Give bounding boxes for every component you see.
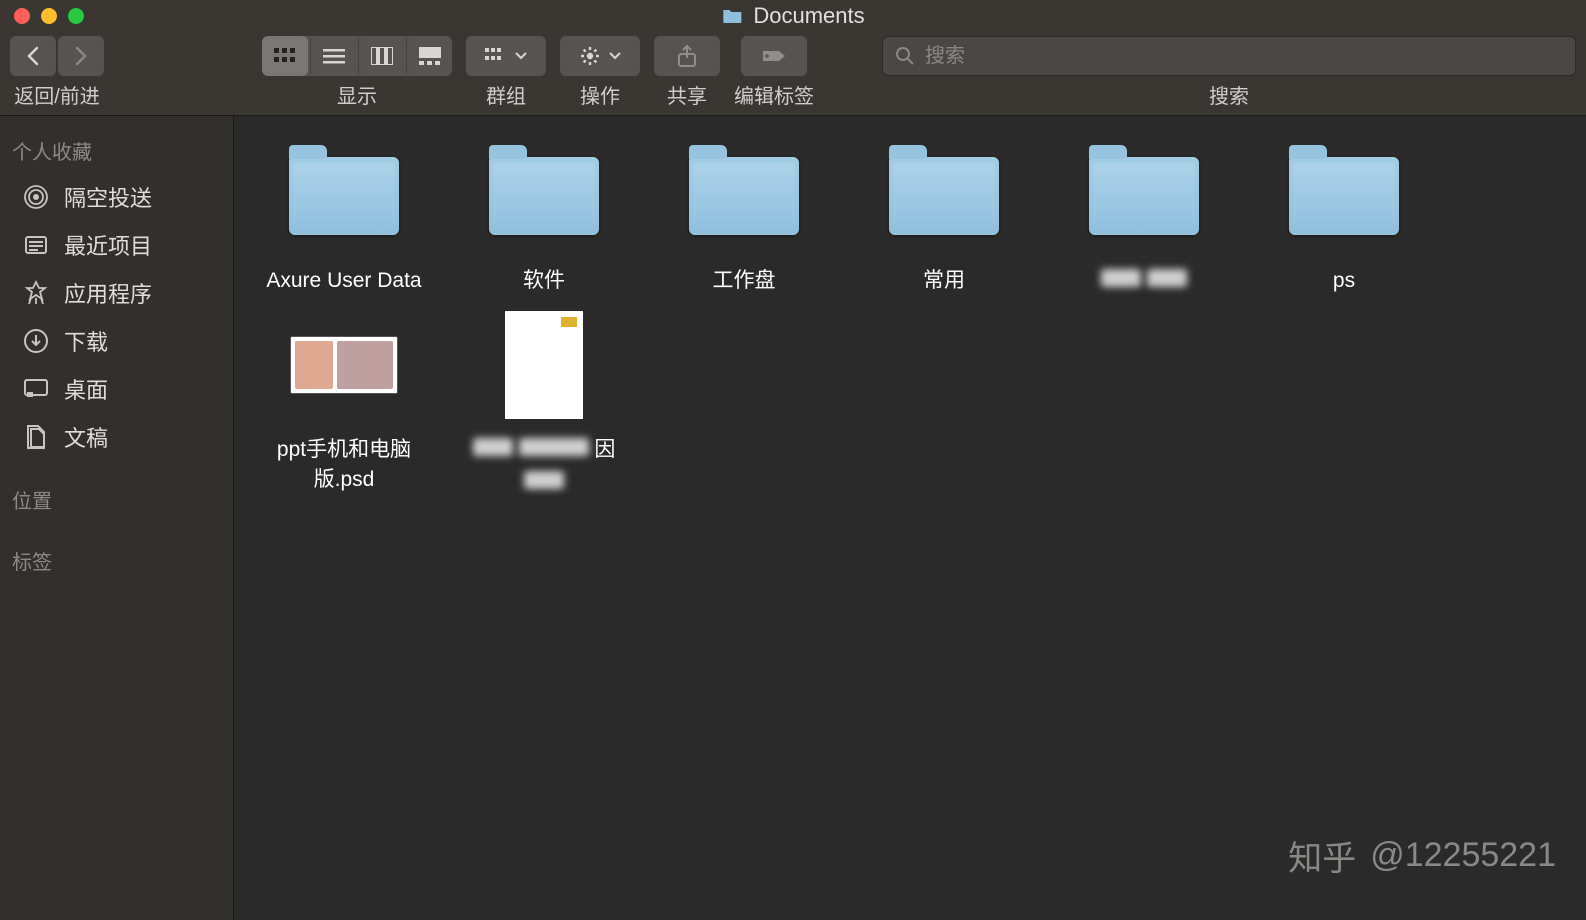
item-label: 常用	[915, 266, 973, 295]
watermark: 知乎 @12255221	[1288, 831, 1556, 880]
document-thumbnail-icon	[505, 311, 583, 419]
tags-label: 编辑标签	[734, 80, 814, 109]
items-grid: Axure User Data 软件 工作盘 常用	[244, 136, 1576, 507]
toolbar: 返回/前进 显示	[0, 32, 1586, 115]
sidebar-section-favorites: 个人收藏	[0, 130, 233, 173]
share-group: 共享	[654, 36, 720, 109]
action-label: 操作	[580, 80, 620, 109]
action-group: 操作	[560, 36, 640, 109]
tags-group: 编辑标签	[734, 36, 814, 109]
documents-icon	[22, 423, 50, 451]
folder-icon	[1289, 157, 1399, 235]
folder-item[interactable]: 软件	[444, 136, 644, 305]
sidebar-item-downloads[interactable]: 下载	[0, 317, 233, 365]
folder-item[interactable]: 工作盘	[644, 136, 844, 305]
airdrop-icon	[22, 183, 50, 211]
item-label: Axure User Data	[258, 266, 429, 295]
minimize-window-button[interactable]	[41, 8, 57, 24]
item-label	[1093, 266, 1195, 295]
folder-icon	[489, 157, 599, 235]
sidebar-item-label: 下载	[64, 325, 108, 357]
folder-icon	[1089, 157, 1199, 235]
item-label: 软件	[515, 266, 573, 295]
folder-item[interactable]: Axure User Data	[244, 136, 444, 305]
window-title: Documents	[753, 3, 864, 29]
back-button[interactable]	[10, 36, 56, 76]
share-button[interactable]	[654, 36, 720, 76]
watermark-brand: 知乎	[1288, 831, 1356, 880]
close-window-button[interactable]	[14, 8, 30, 24]
item-label: 因	[465, 435, 624, 497]
icon-view-button[interactable]	[262, 36, 308, 76]
folder-item[interactable]	[1044, 136, 1244, 305]
sidebar-item-label: 文稿	[64, 421, 108, 453]
item-label: ppt手机和电脑版.psd	[244, 435, 444, 494]
sidebar-item-documents[interactable]: 文稿	[0, 413, 233, 461]
folder-title-icon	[721, 7, 743, 25]
folder-item[interactable]: 常用	[844, 136, 1044, 305]
recents-icon	[22, 231, 50, 259]
edit-tags-button[interactable]	[741, 36, 807, 76]
maximize-window-button[interactable]	[68, 8, 84, 24]
sidebar-item-label: 应用程序	[64, 277, 152, 309]
search-group: 搜索	[882, 36, 1576, 109]
file-item[interactable]: ppt手机和电脑版.psd	[244, 305, 444, 507]
view-label: 显示	[337, 80, 377, 109]
sidebar-item-label: 隔空投送	[64, 181, 152, 213]
folder-icon	[289, 157, 399, 235]
item-label: 工作盘	[705, 266, 784, 295]
sidebar-item-applications[interactable]: 应用程序	[0, 269, 233, 317]
forward-button[interactable]	[58, 36, 104, 76]
titlebar: Documents	[0, 0, 1586, 32]
search-icon	[895, 46, 915, 66]
group-by-button[interactable]	[466, 36, 546, 76]
nav-label: 返回/前进	[14, 80, 100, 109]
sidebar-section-locations: 位置	[0, 479, 233, 522]
downloads-icon	[22, 327, 50, 355]
sidebar-item-label: 最近项目	[64, 229, 152, 261]
applications-icon	[22, 279, 50, 307]
folder-icon	[889, 157, 999, 235]
desktop-icon	[22, 375, 50, 403]
search-box[interactable]	[882, 36, 1576, 76]
content-area[interactable]: Axure User Data 软件 工作盘 常用	[234, 116, 1586, 920]
watermark-user: @12255221	[1370, 836, 1556, 875]
sidebar-item-label: 桌面	[64, 373, 108, 405]
search-label: 搜索	[1209, 80, 1249, 109]
list-view-button[interactable]	[310, 36, 356, 76]
group-by-group: 群组	[466, 36, 546, 109]
item-label: ps	[1325, 266, 1363, 295]
sidebar-item-airdrop[interactable]: 隔空投送	[0, 173, 233, 221]
group-label: 群组	[486, 80, 526, 109]
file-item[interactable]: 因	[444, 305, 644, 507]
column-view-button[interactable]	[358, 36, 404, 76]
action-button[interactable]	[560, 36, 640, 76]
share-label: 共享	[667, 80, 707, 109]
sidebar-item-desktop[interactable]: 桌面	[0, 365, 233, 413]
sidebar-section-tags: 标签	[0, 540, 233, 583]
sidebar: 个人收藏 隔空投送 最近项目 应用程序	[0, 116, 234, 920]
psd-thumbnail-icon	[290, 336, 398, 394]
folder-icon	[689, 157, 799, 235]
search-input[interactable]	[925, 45, 1563, 68]
nav-group: 返回/前进	[10, 36, 104, 109]
sidebar-item-recents[interactable]: 最近项目	[0, 221, 233, 269]
gallery-view-button[interactable]	[406, 36, 452, 76]
view-group: 显示	[262, 36, 452, 109]
folder-item[interactable]: ps	[1244, 136, 1444, 305]
